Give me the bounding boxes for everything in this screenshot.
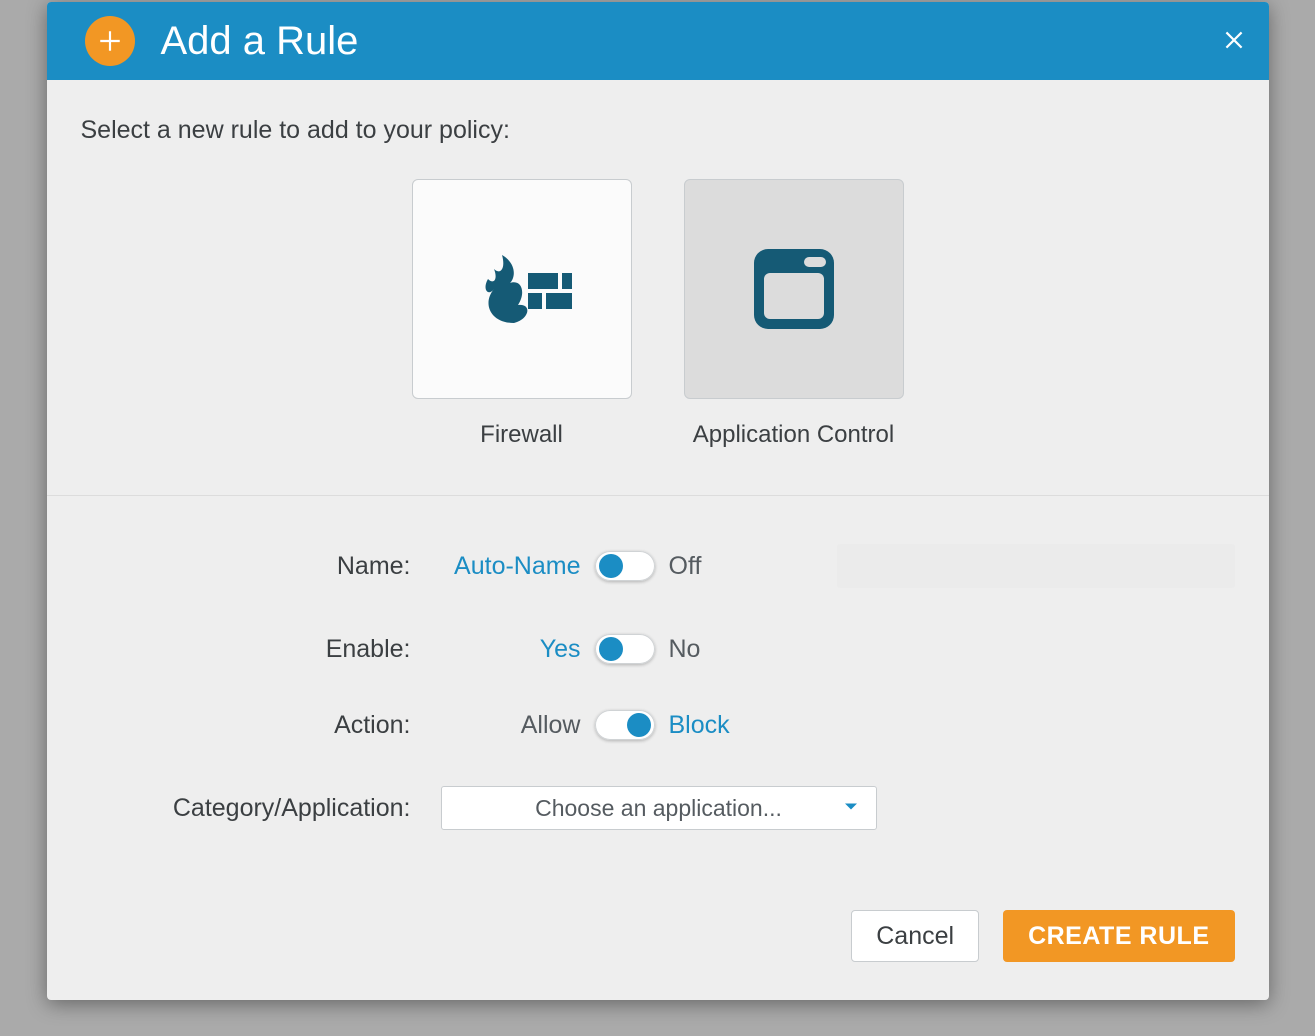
- action-opt-allow: Allow: [441, 711, 581, 740]
- rule-type-cards: Firewall Application Control: [81, 179, 1235, 449]
- enable-opt-yes: Yes: [441, 635, 581, 664]
- close-button[interactable]: [1221, 26, 1247, 57]
- enable-opt-no: No: [669, 635, 789, 664]
- label-name: Name:: [81, 552, 441, 581]
- plus-icon: [85, 16, 135, 66]
- label-enable: Enable:: [81, 635, 441, 664]
- rule-form: Name: Auto-Name Off Enable: Yes No Actio…: [47, 496, 1269, 886]
- label-action: Action:: [81, 711, 441, 740]
- modal-title: Add a Rule: [161, 19, 359, 64]
- add-rule-modal: Add a Rule Select a new rule to add to y…: [47, 2, 1269, 1000]
- prompt-text: Select a new rule to add to your policy:: [81, 116, 1235, 145]
- name-opt-off: Off: [669, 552, 789, 581]
- rule-type-label: Firewall: [412, 421, 632, 449]
- name-opt-auto: Auto-Name: [441, 552, 581, 581]
- cancel-button[interactable]: Cancel: [851, 910, 979, 962]
- category-select[interactable]: Choose an application...: [441, 786, 877, 830]
- firewall-icon: [472, 249, 572, 329]
- create-rule-button[interactable]: CREATE RULE: [1003, 910, 1234, 962]
- name-toggle[interactable]: [595, 551, 655, 581]
- rule-type-firewall[interactable]: Firewall: [412, 179, 632, 449]
- row-category: Category/Application: Choose an applicat…: [81, 786, 1235, 830]
- modal-footer: Cancel CREATE RULE: [47, 886, 1269, 1000]
- row-action: Action: Allow Block: [81, 710, 1235, 740]
- label-category: Category/Application:: [81, 794, 441, 823]
- row-enable: Enable: Yes No: [81, 634, 1235, 664]
- application-icon: [744, 239, 844, 339]
- rule-type-label: Application Control: [684, 421, 904, 449]
- rule-name-input[interactable]: [837, 544, 1235, 588]
- category-placeholder: Choose an application...: [535, 795, 782, 822]
- action-opt-block: Block: [669, 711, 789, 740]
- row-name: Name: Auto-Name Off: [81, 544, 1235, 588]
- modal-header: Add a Rule: [47, 2, 1269, 80]
- enable-toggle[interactable]: [595, 634, 655, 664]
- chevron-down-icon: [842, 795, 860, 822]
- rule-type-section: Select a new rule to add to your policy:…: [47, 80, 1269, 496]
- action-toggle[interactable]: [595, 710, 655, 740]
- rule-type-application-control[interactable]: Application Control: [684, 179, 904, 449]
